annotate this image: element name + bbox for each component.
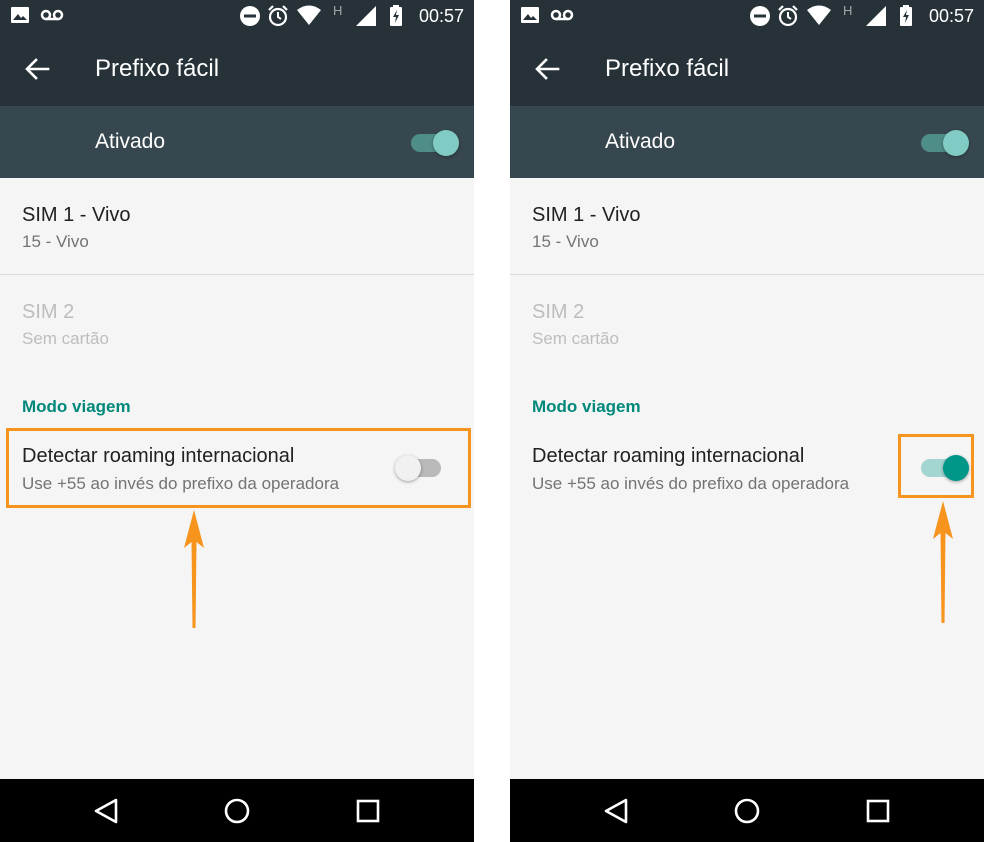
divider	[510, 274, 984, 275]
clock-time: 00:57	[418, 6, 464, 26]
arrow-left-icon[interactable]	[22, 54, 52, 84]
image-icon	[520, 5, 540, 30]
roaming-title: Detectar roaming internacional	[22, 445, 295, 467]
navigation-bar	[510, 779, 984, 842]
clock-time: 00:57	[928, 6, 974, 26]
do-not-disturb-icon	[239, 5, 261, 32]
home-circle-icon[interactable]	[729, 793, 765, 829]
screen-before: H 00:57 Prefixo fácil Ativado SIM 1 - Vi…	[0, 0, 474, 842]
network-type-label: H	[333, 3, 343, 18]
page-title: Prefixo fácil	[605, 55, 730, 82]
master-switch-label: Ativado	[605, 130, 676, 153]
sim2-title: SIM 2	[532, 301, 585, 323]
app-bar: Prefixo fácil	[510, 32, 984, 106]
back-triangle-icon[interactable]	[598, 793, 634, 829]
signal-icon	[865, 5, 887, 32]
roaming-setting-row[interactable]: Detectar roaming internacional Use +55 a…	[0, 434, 474, 506]
home-circle-icon[interactable]	[219, 793, 255, 829]
sim2-subtitle: Sem cartão	[22, 329, 109, 348]
category-header: Modo viagem	[22, 397, 131, 416]
roaming-toggle-switch[interactable]	[919, 449, 969, 485]
signal-icon	[355, 5, 377, 32]
alarm-icon	[267, 5, 289, 32]
roaming-setting-row[interactable]: Detectar roaming internacional Use +55 a…	[510, 434, 984, 506]
screen-after: H 00:57 Prefixo fácil Ativado SIM 1 - Vi…	[510, 0, 984, 842]
master-toggle-switch[interactable]	[409, 124, 459, 160]
sim1-subtitle: 15 - Vivo	[22, 232, 89, 251]
sim2-title: SIM 2	[22, 301, 75, 323]
arrow-up-icon	[184, 510, 204, 628]
status-bar: H 00:57	[0, 0, 474, 32]
wifi-icon	[806, 5, 832, 32]
arrow-up-icon	[933, 501, 953, 623]
image-icon	[10, 5, 30, 30]
battery-charging-icon	[899, 5, 913, 32]
roaming-title: Detectar roaming internacional	[532, 445, 805, 467]
battery-charging-icon	[389, 5, 403, 32]
back-triangle-icon[interactable]	[88, 793, 124, 829]
category-header: Modo viagem	[532, 397, 641, 416]
sim1-title[interactable]: SIM 1 - Vivo	[22, 204, 131, 227]
page-title: Prefixo fácil	[95, 55, 220, 82]
sim2-subtitle: Sem cartão	[532, 329, 619, 348]
status-bar: H 00:57	[510, 0, 984, 32]
divider	[0, 274, 474, 275]
roaming-toggle-switch[interactable]	[395, 449, 445, 485]
do-not-disturb-icon	[749, 5, 771, 32]
navigation-bar	[0, 779, 474, 842]
recents-square-icon[interactable]	[350, 793, 386, 829]
master-switch-bar[interactable]: Ativado	[0, 106, 474, 178]
roaming-subtitle: Use +55 ao invés do prefixo da operadora	[22, 474, 340, 493]
network-type-label: H	[843, 3, 853, 18]
recents-square-icon[interactable]	[860, 793, 896, 829]
master-toggle-switch[interactable]	[919, 124, 969, 160]
wifi-icon	[296, 5, 322, 32]
roaming-subtitle: Use +55 ao invés do prefixo da operadora	[532, 474, 850, 493]
sim1-title[interactable]: SIM 1 - Vivo	[532, 204, 641, 227]
alarm-icon	[777, 5, 799, 32]
master-switch-label: Ativado	[95, 130, 166, 153]
master-switch-bar[interactable]: Ativado	[510, 106, 984, 178]
arrow-left-icon[interactable]	[532, 54, 562, 84]
voicemail-icon	[40, 5, 64, 30]
voicemail-icon	[550, 5, 574, 30]
sim1-subtitle: 15 - Vivo	[532, 232, 599, 251]
app-bar: Prefixo fácil	[0, 32, 474, 106]
